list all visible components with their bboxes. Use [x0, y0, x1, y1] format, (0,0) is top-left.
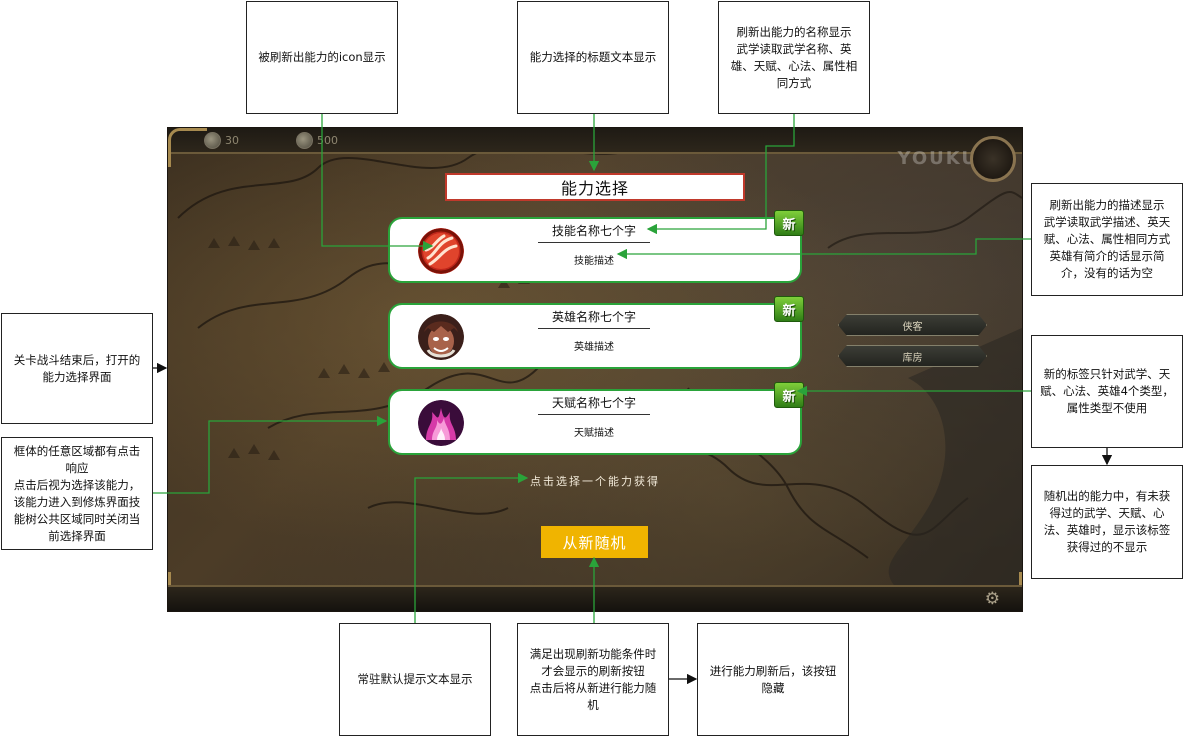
resource-value-2: 500: [317, 133, 338, 147]
new-badge: 新: [774, 382, 804, 408]
frame-corner: [168, 128, 207, 167]
annotation-badge-rule: 随机出的能力中，有未获得过的武学、天赋、心法、英雄时，显示该标签 获得过的不显示: [1031, 465, 1183, 579]
annotation-desc: 刷新出能力的描述显示 武学读取武学描述、英天赋、心法、属性相同方式 英雄有简介的…: [1031, 183, 1183, 296]
annotation-badge: 新的标签只针对武学、天赋、心法、英雄4个类型，属性类型不使用: [1031, 335, 1183, 448]
new-badge: 新: [774, 210, 804, 236]
hero-side-button[interactable]: 侠客: [838, 314, 987, 336]
ability-card-talent[interactable]: 天赋名称七个字 天赋描述: [388, 389, 802, 455]
annotation-reroll: 满足出现刷新功能条件时才会显示的刷新按钮 点击后将从新进行能力随机: [517, 623, 669, 736]
gear-icon[interactable]: ⚙: [985, 590, 1000, 608]
ability-description: 英雄描述: [574, 342, 614, 353]
annotation-hint: 常驻默认提示文本显示: [339, 623, 491, 736]
bottom-bar: ⚙: [168, 585, 1022, 611]
hero-portrait-icon: [418, 314, 464, 360]
select-hint-text: 点击选择一个能力获得: [530, 475, 660, 488]
page-title: 能力选择: [445, 173, 745, 201]
watermark: YOUKU: [897, 148, 978, 169]
annotation-title: 能力选择的标题文本显示: [517, 1, 669, 114]
ability-name: 天赋名称七个字: [538, 394, 650, 415]
emblem-icon: [970, 136, 1016, 182]
ability-name: 英雄名称七个字: [538, 308, 650, 329]
annotation-click: 框体的任意区域都有点击响应 点击后视为选择该能力，该能力进入到修炼界面技能树公共…: [1, 437, 153, 550]
annotation-open: 关卡战斗结束后，打开的能力选择界面: [1, 313, 153, 424]
ability-card-hero[interactable]: 英雄名称七个字 英雄描述: [388, 303, 802, 369]
annotation-name: 刷新出能力的名称显示 武学读取武学名称、英雄、天赋、心法、属性相同方式: [718, 1, 870, 114]
resource-counter-2: 500: [296, 131, 338, 149]
annotation-hide: 进行能力刷新后，该按钮隐藏: [697, 623, 849, 736]
top-resource-bar: 30 500: [168, 128, 1022, 154]
ability-description: 天赋描述: [574, 428, 614, 439]
skill-flame-icon: [418, 228, 464, 274]
reroll-button[interactable]: 从新随机: [541, 526, 648, 558]
new-badge: 新: [774, 296, 804, 322]
storage-side-button[interactable]: 库房: [838, 345, 987, 367]
resource-counter-1: 30: [204, 131, 239, 149]
ability-description: 技能描述: [574, 256, 614, 267]
coin-icon: [296, 131, 313, 149]
talent-fire-icon: [418, 400, 464, 446]
ability-card-skill[interactable]: 技能名称七个字 技能描述: [388, 217, 802, 283]
annotation-icon: 被刷新出能力的icon显示: [246, 1, 398, 114]
resource-value-1: 30: [225, 133, 239, 147]
game-window: 30 500 YOUKU ⚙ 能力选择 技能名称七个字 技能描述 新 英雄名称七…: [167, 127, 1023, 612]
ability-name: 技能名称七个字: [538, 222, 650, 243]
